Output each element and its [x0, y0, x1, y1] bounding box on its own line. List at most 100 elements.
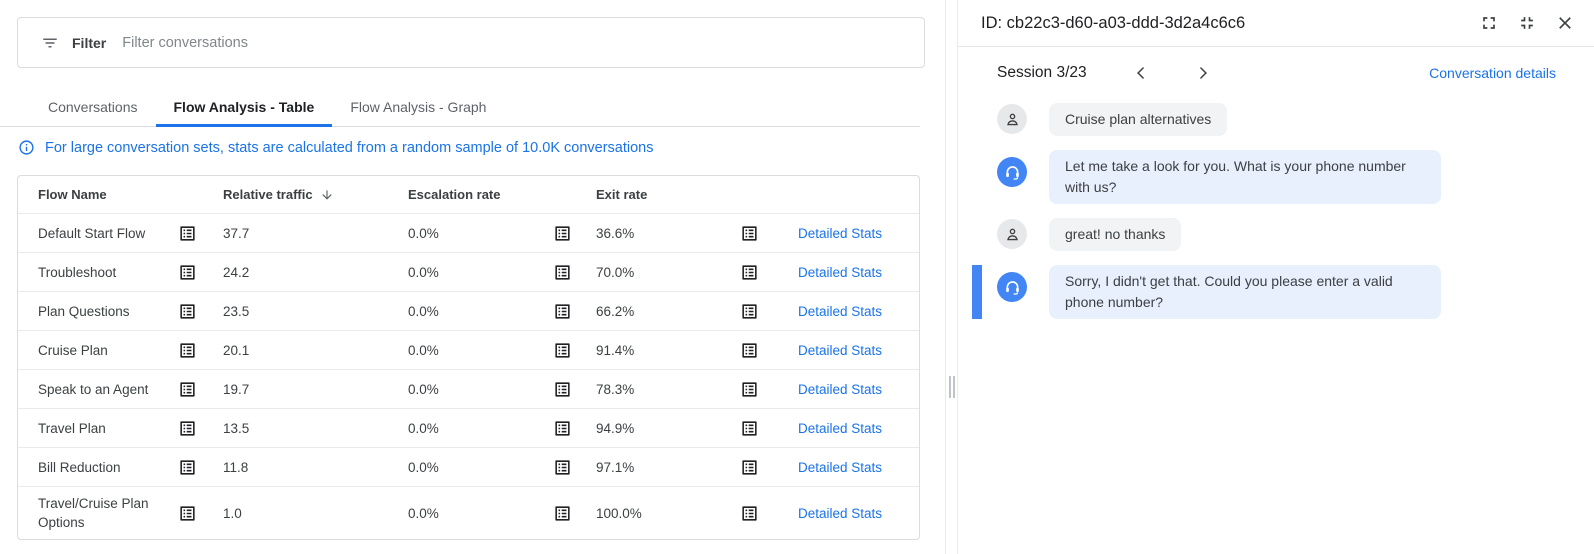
escalation-rate-cell: 0.0% — [408, 265, 553, 280]
list-alt-icon[interactable] — [740, 419, 759, 438]
exit-rate-cell: 70.0% — [596, 265, 740, 280]
user-avatar — [997, 104, 1027, 134]
close-panel-button[interactable] — [1555, 13, 1575, 33]
list-alt-icon[interactable] — [740, 458, 759, 477]
exit-rate-cell: 66.2% — [596, 304, 740, 319]
exit-rate-cell: 94.9% — [596, 421, 740, 436]
chat-transcript: Cruise plan alternatives Let me take a l… — [958, 97, 1594, 554]
list-alt-icon[interactable] — [178, 380, 197, 399]
list-alt-icon[interactable] — [553, 341, 572, 360]
message-bubble: Let me take a look for you. What is your… — [1049, 150, 1441, 204]
tab-flow-analysis-table[interactable]: Flow Analysis - Table — [156, 90, 333, 127]
column-header-exit-rate[interactable]: Exit rate — [596, 187, 740, 202]
conversation-detail-panel: ID: cb22c3-d60-a03-ddd-3d2a4c6c6 Session… — [958, 0, 1594, 554]
person-icon — [1003, 110, 1022, 129]
highlighted-message-bar — [972, 265, 982, 319]
list-alt-icon[interactable] — [178, 341, 197, 360]
list-alt-icon[interactable] — [740, 504, 759, 523]
table-row: Troubleshoot 24.2 0.0% 70.0% Detailed St… — [18, 252, 919, 291]
table-row: Speak to an Agent 19.7 0.0% 78.3% Detail… — [18, 369, 919, 408]
column-header-relative-traffic[interactable]: Relative traffic — [223, 187, 408, 202]
fullscreen-button[interactable] — [1479, 13, 1499, 33]
detailed-stats-link[interactable]: Detailed Stats — [781, 226, 882, 241]
list-alt-icon[interactable] — [178, 263, 197, 282]
column-header-escalation-rate[interactable]: Escalation rate — [408, 187, 553, 202]
detailed-stats-link[interactable]: Detailed Stats — [781, 265, 882, 280]
list-alt-icon[interactable] — [740, 380, 759, 399]
list-alt-icon[interactable] — [553, 504, 572, 523]
flow-name-cell: Speak to an Agent — [18, 373, 178, 406]
conversation-details-link[interactable]: Conversation details — [1429, 65, 1556, 81]
detailed-stats-link[interactable]: Detailed Stats — [781, 506, 882, 521]
session-navigation-row: Session 3/23 Conversation details — [958, 47, 1594, 97]
list-alt-icon[interactable] — [553, 380, 572, 399]
panel-divider — [945, 0, 946, 554]
chat-message: Let me take a look for you. What is your… — [972, 150, 1576, 204]
relative-traffic-cell: 19.7 — [223, 382, 408, 397]
detailed-stats-link[interactable]: Detailed Stats — [781, 460, 882, 475]
detailed-stats-link[interactable]: Detailed Stats — [781, 421, 882, 436]
session-label: Session 3/23 — [997, 64, 1087, 82]
detailed-stats-link[interactable]: Detailed Stats — [781, 304, 882, 319]
message-bubble: Sorry, I didn't get that. Could you plea… — [1049, 265, 1441, 319]
list-alt-icon[interactable] — [740, 341, 759, 360]
filter-bar[interactable]: Filter — [17, 17, 925, 68]
list-alt-icon[interactable] — [553, 224, 572, 243]
escalation-rate-cell: 0.0% — [408, 304, 553, 319]
relative-traffic-cell: 37.7 — [223, 226, 408, 241]
panel-resize-handle[interactable] — [947, 376, 956, 398]
table-header-row: Flow Name Relative traffic Escalation ra… — [18, 176, 919, 213]
table-row: Plan Questions 23.5 0.0% 66.2% Detailed … — [18, 291, 919, 330]
list-alt-icon[interactable] — [178, 224, 197, 243]
agent-avatar — [997, 157, 1027, 187]
exit-fullscreen-button[interactable] — [1517, 13, 1537, 33]
previous-session-button[interactable] — [1131, 63, 1151, 83]
escalation-rate-cell: 0.0% — [408, 382, 553, 397]
list-alt-icon[interactable] — [553, 302, 572, 321]
chat-message: great! no thanks — [972, 218, 1576, 251]
list-alt-icon[interactable] — [740, 263, 759, 282]
tab-bar: ConversationsFlow Analysis - TableFlow A… — [0, 90, 920, 127]
table-row: Travel Plan 13.5 0.0% 94.9% Detailed Sta… — [18, 408, 919, 447]
tab-conversations[interactable]: Conversations — [30, 90, 156, 127]
flow-analysis-table: Flow Name Relative traffic Escalation ra… — [17, 175, 920, 540]
flow-name-cell: Default Start Flow — [18, 217, 178, 250]
filter-conversations-input[interactable] — [120, 34, 924, 52]
list-alt-icon[interactable] — [553, 263, 572, 282]
exit-rate-cell: 91.4% — [596, 343, 740, 358]
close-icon — [1555, 13, 1575, 33]
escalation-rate-cell: 0.0% — [408, 506, 553, 521]
next-session-button[interactable] — [1193, 63, 1213, 83]
relative-traffic-cell: 20.1 — [223, 343, 408, 358]
relative-traffic-cell: 24.2 — [223, 265, 408, 280]
tab-flow-analysis-graph[interactable]: Flow Analysis - Graph — [332, 90, 504, 127]
info-icon — [18, 139, 35, 156]
conversation-id-title: ID: cb22c3-d60-a03-ddd-3d2a4c6c6 — [981, 14, 1461, 33]
list-alt-icon[interactable] — [553, 458, 572, 477]
flow-name-cell: Troubleshoot — [18, 256, 178, 289]
list-alt-icon[interactable] — [740, 302, 759, 321]
exit-rate-cell: 100.0% — [596, 506, 740, 521]
list-alt-icon[interactable] — [553, 419, 572, 438]
escalation-rate-cell: 0.0% — [408, 421, 553, 436]
list-alt-icon[interactable] — [178, 504, 197, 523]
flow-analytics-panel: Filter ConversationsFlow Analysis - Tabl… — [0, 0, 945, 554]
table-body: Default Start Flow 37.7 0.0% 36.6% Detai… — [18, 213, 919, 539]
chat-message: Sorry, I didn't get that. Could you plea… — [972, 265, 1576, 319]
list-alt-icon[interactable] — [178, 458, 197, 477]
list-alt-icon[interactable] — [178, 302, 197, 321]
detailed-stats-link[interactable]: Detailed Stats — [781, 382, 882, 397]
table-row: Cruise Plan 20.1 0.0% 91.4% Detailed Sta… — [18, 330, 919, 369]
sort-descending-icon[interactable] — [320, 188, 334, 202]
list-alt-icon[interactable] — [740, 224, 759, 243]
table-row: Travel/Cruise Plan Options 1.0 0.0% 100.… — [18, 486, 919, 539]
fullscreen-exit-icon — [1517, 13, 1537, 33]
escalation-rate-cell: 0.0% — [408, 226, 553, 241]
relative-traffic-cell: 1.0 — [223, 506, 408, 521]
message-bubble: Cruise plan alternatives — [1049, 103, 1227, 136]
message-bubble: great! no thanks — [1049, 218, 1181, 251]
list-alt-icon[interactable] — [178, 419, 197, 438]
flow-name-cell: Travel/Cruise Plan Options — [18, 487, 178, 539]
exit-rate-cell: 78.3% — [596, 382, 740, 397]
detailed-stats-link[interactable]: Detailed Stats — [781, 343, 882, 358]
